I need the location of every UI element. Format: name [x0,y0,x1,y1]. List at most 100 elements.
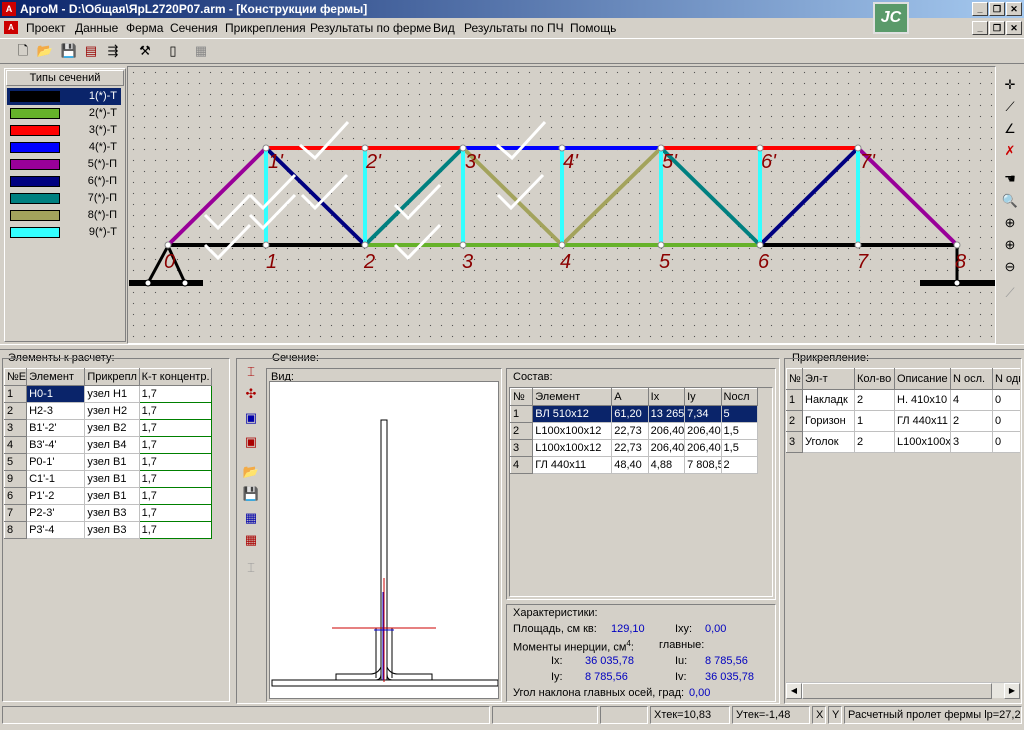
table-cell[interactable]: 1,7 [138,453,213,471]
table-cell[interactable]: 206,40 [647,439,686,457]
table-cell[interactable]: 13 265 [647,405,686,423]
mdi-minimize-icon[interactable]: _ [972,21,988,35]
table-cell[interactable]: 0 [992,431,1020,453]
save-icon[interactable]: 💾 [58,41,80,63]
table-cell[interactable]: 1,7 [138,436,213,454]
truss-svg[interactable]: 0 1 2 3 4 5 6 7 8 1' 2' 3' 4' 5' 6' 7' [128,67,995,343]
add-node-icon[interactable]: ✛ [998,74,1022,96]
table-cell[interactable]: 5 [720,405,759,423]
table-cell[interactable]: 5 [3,453,28,471]
table-row[interactable]: 2 L100x100x12 22,73 206,40 206,40 1,5 [509,422,759,440]
section-type-item[interactable]: 9(*)-Т [7,224,121,241]
table-cell[interactable]: узел В1 [84,453,140,471]
table-row[interactable]: 8 Р3'-4 узел В3 1,7 [3,521,213,539]
disabled-tool-icon[interactable]: ⌶ [240,558,262,580]
new-file-icon[interactable]: 🗋 [12,41,34,63]
table-cell[interactable]: Н. 410х10 [894,389,951,411]
table-cell[interactable]: 3 [950,431,993,453]
menu-project[interactable]: Проект [26,21,66,35]
table-cell[interactable]: 22,73 [611,422,649,440]
table-cell[interactable]: 61,20 [611,405,649,423]
column-header[interactable]: N одн [992,368,1020,390]
table-row[interactable]: 3 В1'-2' узел В2 1,7 [3,419,213,437]
table-row[interactable]: 1 Накладк 2 Н. 410х10 4 0 [786,389,1020,411]
menu-truss-results[interactable]: Результаты по ферме [310,21,431,35]
close-icon[interactable]: ✕ [1006,2,1022,16]
table-cell[interactable]: 1 [509,405,534,423]
column-header[interactable]: Описание [894,368,951,390]
column-header[interactable]: Ix [647,388,686,406]
section-type-item[interactable]: 5(*)-П [7,156,121,173]
delete-element-icon[interactable]: ✗ [998,140,1022,162]
table-cell[interactable]: 7 [3,504,28,522]
table-cell[interactable]: 0 [992,410,1020,432]
table-cell[interactable]: узел В1 [84,470,140,488]
table-cell[interactable]: В3'-4' [26,436,86,454]
open-section-icon[interactable]: 📂 [240,462,262,484]
table-cell[interactable]: 1,7 [138,385,213,403]
section-type-item[interactable]: 1(*)-Т [7,88,121,105]
column-header[interactable]: Кол-во [854,368,895,390]
table-cell[interactable]: 2 [950,410,993,432]
i-beam-icon[interactable]: ⌶ [240,362,262,384]
mdi-restore-icon[interactable]: ❐ [989,21,1005,35]
angle-tool-icon[interactable]: ∠ [998,118,1022,140]
table-cell[interactable]: 1,7 [138,419,213,437]
open-folder-icon[interactable]: 📂 [34,41,56,63]
table-cell[interactable]: Накладк [802,389,855,411]
table-cell[interactable]: узел В3 [84,504,140,522]
table-cell[interactable]: 206,40 [684,439,722,457]
column-header[interactable]: Элемент [26,368,86,386]
table-cell[interactable]: 1 [786,389,803,411]
table-cell[interactable]: 7 808,5 [684,456,722,474]
section-edit-icon[interactable]: ▣ [240,408,262,430]
table-cell[interactable]: 2 [854,389,895,411]
table-row[interactable]: 7 Р2-3' узел В3 1,7 [3,504,213,522]
section-type-item[interactable]: 2(*)-Т [7,105,121,122]
draw-line-icon[interactable]: ⟋ [998,96,1022,118]
table-cell[interactable]: L100x100x [894,431,951,453]
app-mdi-icon[interactable]: A [4,21,18,34]
save-section-icon[interactable]: 💾 [240,484,262,506]
table-cell[interactable]: Н0-1 [26,385,86,403]
table-cell[interactable]: 7,34 [684,405,722,423]
table-cell[interactable]: узел В4 [84,436,140,454]
zoom-out-icon[interactable]: ⊖ [998,256,1022,278]
table-cell[interactable]: Уголок [802,431,855,453]
table-cell[interactable]: 3 [786,431,803,453]
pan-hand-icon[interactable]: ☚ [998,168,1022,190]
section-type-item[interactable]: 3(*)-Т [7,122,121,139]
restore-icon[interactable]: ❐ [989,2,1005,16]
export-icon[interactable]: ⇶ [102,41,124,63]
menu-attachments[interactable]: Прикрепления [225,21,306,35]
table-row[interactable]: 6 Р1'-2 узел В1 1,7 [3,487,213,505]
column-header[interactable]: Nосл [720,388,759,406]
table-cell[interactable]: 1,7 [138,470,213,488]
table-cell[interactable]: Горизон [802,410,855,432]
table-cell[interactable]: 1,7 [138,487,213,505]
column-header[interactable]: Прикрепл [84,368,140,386]
section-type-item[interactable]: 7(*)-П [7,190,121,207]
table-cell[interactable]: 2 [509,422,534,440]
menu-data[interactable]: Данные [75,21,118,35]
scroll-thumb[interactable] [802,683,992,699]
table-row[interactable]: 2 Н2-3 узел Н2 1,7 [3,402,213,420]
table-cell[interactable]: L100x100x12 [532,422,613,440]
table-cell[interactable]: 48,40 [611,456,649,474]
table-cell[interactable]: узел Н1 [84,385,140,403]
table-row[interactable]: 9 С1'-1 узел В1 1,7 [3,470,213,488]
table-cell[interactable]: 4 [950,389,993,411]
table-cell[interactable]: 2 [854,431,895,453]
table-cell[interactable]: 1,5 [720,422,759,440]
column-header[interactable]: № [509,388,534,406]
table-cell[interactable]: 9 [3,470,28,488]
table-row[interactable]: 4 В3'-4' узел В4 1,7 [3,436,213,454]
document-icon[interactable]: ▯ [162,41,184,63]
table-cell[interactable]: 4 [509,456,534,474]
column-header[interactable]: Эл-т [802,368,855,390]
table-cell[interactable]: В1'-2' [26,419,86,437]
measure-icon[interactable]: ⟋ [998,282,1022,304]
clear-section-icon[interactable]: ▦ [240,530,262,552]
menu-pch-results[interactable]: Результаты по ПЧ [464,21,564,35]
column-header[interactable]: N осл. [950,368,993,390]
